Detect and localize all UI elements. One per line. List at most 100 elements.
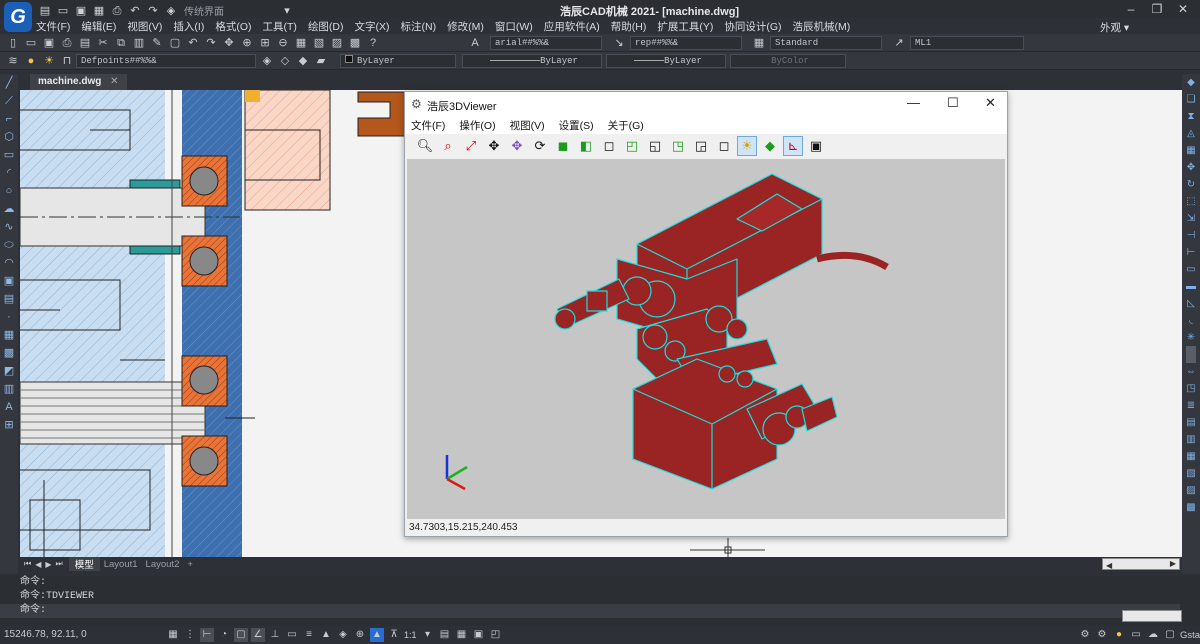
orbit-pan-icon[interactable]: ✥: [507, 136, 527, 156]
tablestyle-select[interactable]: Standard: [770, 36, 882, 50]
zoom-icon[interactable]: 🔍︎: [415, 136, 435, 156]
grid-icon[interactable]: ▦: [166, 628, 180, 642]
view-wire-icon[interactable]: ◻: [714, 136, 734, 156]
zoom-realtime-icon[interactable]: ⊕: [240, 36, 254, 50]
ellipse-arc-icon[interactable]: ◠: [0, 254, 18, 272]
close-tab-icon[interactable]: ✕: [110, 76, 118, 87]
menu-file[interactable]: 文件(F): [36, 19, 70, 34]
hscroll-bar[interactable]: ◀ ▶: [1102, 558, 1180, 570]
chamfer-icon[interactable]: ◺: [1182, 295, 1200, 312]
tab-model[interactable]: 模型: [68, 557, 100, 571]
tab-layout2[interactable]: Layout2: [142, 559, 184, 570]
scale-icon[interactable]: ⬚: [1182, 193, 1200, 210]
shading-icon[interactable]: ◆: [760, 136, 780, 156]
polyline-icon[interactable]: ⌐: [0, 110, 18, 128]
viewer-maximize-button[interactable]: ☐: [947, 95, 959, 111]
layer-walk-icon[interactable]: ▰: [314, 54, 328, 68]
menu-draw[interactable]: 绘图(D): [308, 19, 344, 34]
vscroll-thumb[interactable]: [1186, 346, 1196, 363]
menu-dimension[interactable]: 标注(N): [401, 19, 437, 34]
layer-select[interactable]: Defpoints##%%&: [76, 54, 256, 68]
properties-icon[interactable]: ▥: [1182, 431, 1200, 448]
settings-gear-icon[interactable]: ⚙: [1078, 628, 1092, 642]
document-tab[interactable]: machine.dwg ✕: [30, 74, 127, 90]
rotate-icon[interactable]: ↻: [1182, 176, 1200, 193]
list-icon[interactable]: ≣: [1182, 397, 1200, 414]
viewer-menu-about[interactable]: 关于(G): [608, 118, 644, 133]
viewer-minimize-button[interactable]: —: [907, 95, 920, 110]
make-block-icon[interactable]: ▤: [0, 290, 18, 308]
tolerance-icon[interactable]: ▨: [1182, 482, 1200, 499]
dimstyle-select[interactable]: rep##%%&: [630, 36, 742, 50]
break-icon[interactable]: ▭: [1182, 261, 1200, 278]
snap-icon[interactable]: ⋮: [183, 628, 197, 642]
leader-icon[interactable]: ▩: [1182, 499, 1200, 516]
axis-icon[interactable]: ⊾: [783, 136, 803, 156]
mtext-icon[interactable]: A: [0, 398, 18, 416]
lock-ui-icon[interactable]: ◰: [489, 628, 503, 642]
pan-icon[interactable]: ✥: [484, 136, 504, 156]
dim-icon[interactable]: ▧: [1182, 465, 1200, 482]
menu-text[interactable]: 文字(X): [355, 19, 390, 34]
lineweight-select[interactable]: ByLayer: [606, 54, 726, 68]
zoom-window-icon[interactable]: ⊞: [258, 36, 272, 50]
match-icon[interactable]: ✎: [150, 36, 164, 50]
sync-icon[interactable]: ⚙: [1095, 628, 1109, 642]
design-center-icon[interactable]: ▧: [312, 36, 326, 50]
saveas-icon[interactable]: ▦: [92, 5, 106, 17]
revcloud-icon[interactable]: ☁: [0, 200, 18, 218]
full-screen-icon[interactable]: ▢: [1163, 628, 1177, 642]
annotation-icon[interactable]: ▲: [370, 628, 384, 642]
annotation-scale[interactable]: 1:1: [404, 630, 417, 640]
viewer-menu-operate[interactable]: 操作(O): [459, 118, 495, 133]
region-icon[interactable]: ◩: [0, 362, 18, 380]
light-icon[interactable]: ☀: [737, 136, 757, 156]
area-icon[interactable]: ◳: [1182, 380, 1200, 397]
layer-iso-icon[interactable]: ◆: [296, 54, 310, 68]
zoom-window-icon[interactable]: ⌕: [438, 136, 458, 156]
layer-manager-icon[interactable]: ≋: [6, 54, 20, 68]
dropdown-icon[interactable]: ▾: [280, 5, 294, 17]
last-tab-icon[interactable]: ⏭: [56, 559, 63, 569]
viewer-title-bar[interactable]: ⚙ 浩辰3DViewer — ☐ ✕: [405, 92, 1007, 116]
save-icon[interactable]: ▣: [74, 5, 88, 17]
undo-icon[interactable]: ↶: [186, 36, 200, 50]
scroll-left-icon[interactable]: ◀: [1106, 561, 1112, 570]
print-icon[interactable]: ⎙: [60, 36, 74, 50]
polygon-icon[interactable]: ⬡: [0, 128, 18, 146]
workspace-icon[interactable]: ▾: [421, 628, 435, 642]
menu-express[interactable]: 扩展工具(Y): [657, 19, 713, 34]
3d-viewer-window[interactable]: ⚙ 浩辰3DViewer — ☐ ✕ 文件(F) 操作(O) 视图(V) 设置(…: [404, 91, 1008, 537]
undo-icon[interactable]: ↶: [128, 5, 142, 17]
fit-all-icon[interactable]: ⤢: [461, 136, 481, 156]
menu-tools[interactable]: 工具(T): [263, 19, 297, 34]
stretch-icon[interactable]: ⇲: [1182, 210, 1200, 227]
array-icon[interactable]: ▦: [1182, 142, 1200, 159]
first-tab-icon[interactable]: ⏮: [24, 559, 31, 569]
lock-icon[interactable]: ⊓: [60, 54, 74, 68]
copy-object-icon[interactable]: ❏: [1182, 91, 1200, 108]
zoom-previous-icon[interactable]: ⊖: [276, 36, 290, 50]
plotstyle-select[interactable]: ByColor: [730, 54, 846, 68]
paste-icon[interactable]: ▥: [132, 36, 146, 50]
view-bottom-icon[interactable]: ◱: [645, 136, 665, 156]
sun-icon[interactable]: ☀: [42, 54, 56, 68]
tab-add[interactable]: +: [183, 559, 197, 570]
transparency-icon[interactable]: ▲: [319, 628, 333, 642]
point-icon[interactable]: ·: [0, 308, 18, 326]
line-icon[interactable]: ╱: [0, 74, 18, 92]
ortho-icon[interactable]: ⊢: [200, 628, 214, 642]
viewer-menu-file[interactable]: 文件(F): [411, 118, 445, 133]
view-front-icon[interactable]: ◧: [576, 136, 596, 156]
zoom-icon[interactable]: ⊕: [353, 628, 367, 642]
menu-mechanical[interactable]: 浩辰机械(M): [793, 19, 851, 34]
move-icon[interactable]: ✥: [1182, 159, 1200, 176]
copy-icon[interactable]: ⧉: [114, 36, 128, 50]
close-button[interactable]: ✕: [1170, 0, 1196, 18]
menu-format[interactable]: 格式(O): [215, 19, 251, 34]
view-right-icon[interactable]: ◲: [691, 136, 711, 156]
view-top-icon[interactable]: ◰: [622, 136, 642, 156]
viewer-menu-settings[interactable]: 设置(S): [559, 118, 594, 133]
command-input[interactable]: 命令:: [0, 604, 1180, 618]
cloud-icon[interactable]: ☁: [1146, 628, 1160, 642]
